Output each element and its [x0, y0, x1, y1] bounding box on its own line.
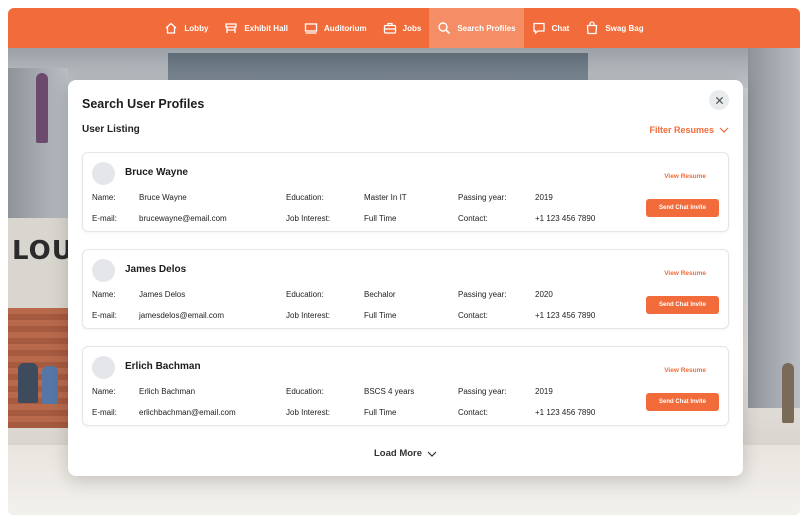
bag-icon [587, 21, 598, 35]
profile-card: Bruce Wayne Name: Bruce Wayne Education:… [82, 152, 729, 232]
load-more-label: Load More [373, 448, 423, 459]
nav-label: Swag Bag [605, 23, 644, 33]
chat-icon [532, 22, 545, 35]
profile-list: Bruce Wayne Name: Bruce Wayne Education:… [82, 152, 729, 443]
education-value: Master In IT [364, 193, 407, 202]
modal-title: Search User Profiles [82, 97, 205, 111]
job-interest-value: Full Time [364, 408, 397, 417]
filter-resumes-dropdown[interactable]: Filter Resumes [649, 125, 729, 135]
top-navigation: Lobby Exhibit Hall Auditorium Jobs Searc… [8, 8, 800, 48]
name-value: Bruce Wayne [139, 193, 187, 202]
filter-label: Filter Resumes [649, 125, 714, 135]
attendee-figure [18, 363, 38, 403]
name-label: Name: [92, 290, 116, 299]
email-value: jamesdelos@email.com [139, 311, 225, 320]
passing-year-value: 2019 [535, 193, 553, 202]
avatar [92, 162, 115, 185]
nav-label: Jobs [402, 23, 422, 33]
send-chat-invite-button[interactable]: Send Chat Invite [646, 296, 719, 314]
profile-card: James Delos Name: James Delos Education:… [82, 249, 729, 329]
name-label: Name: [92, 387, 116, 396]
profile-card: Erlich Bachman Name: Erlich Bachman Educ… [82, 346, 729, 426]
nav-label: Exhibit Hall [244, 23, 288, 33]
contact-value: +1 123 456 7890 [535, 311, 596, 320]
education-label: Education: [286, 387, 324, 396]
job-interest-value: Full Time [364, 214, 397, 223]
app-frame: LOUN Lobby Exhibit Hall Auditorium Jobs … [8, 8, 800, 515]
education-label: Education: [286, 193, 324, 202]
job-interest-label: Job Interest: [286, 408, 331, 417]
screen-icon [304, 23, 318, 34]
view-resume-link[interactable]: View Resume [664, 367, 706, 374]
search-profiles-modal: Search User Profiles User Listing Filter… [68, 80, 743, 476]
chevron-down-icon [719, 127, 729, 133]
nav-label: Search Profiles [457, 23, 516, 33]
name-value: Erlich Bachman [139, 387, 196, 396]
attendee-figure [42, 366, 58, 404]
email-value: brucewayne@email.com [139, 214, 227, 223]
email-label: E-mail: [92, 408, 117, 417]
email-value: erlichbachman@email.com [139, 408, 236, 417]
profile-name: James Delos [125, 264, 187, 275]
education-value: BSCS 4 years [364, 387, 415, 396]
contact-value: +1 123 456 7890 [535, 408, 596, 417]
job-interest-value: Full Time [364, 311, 397, 320]
education-label: Education: [286, 290, 324, 299]
name-value: James Delos [139, 290, 186, 299]
contact-label: Contact: [458, 408, 488, 417]
nav-item-jobs[interactable]: Jobs [375, 8, 430, 48]
briefcase-icon [383, 22, 396, 34]
profile-name: Bruce Wayne [125, 167, 188, 178]
view-resume-link[interactable]: View Resume [664, 173, 706, 180]
user-listing-heading: User Listing [82, 124, 140, 135]
close-icon [715, 96, 723, 104]
chevron-down-icon [427, 451, 437, 457]
send-chat-invite-button[interactable]: Send Chat Invite [646, 199, 719, 217]
nav-item-search-profiles[interactable]: Search Profiles [429, 8, 524, 48]
passing-year-value: 2020 [535, 290, 553, 299]
passing-year-label: Passing year: [458, 290, 507, 299]
nav-label: Lobby [184, 23, 209, 33]
home-icon [165, 22, 177, 34]
passing-year-label: Passing year: [458, 193, 507, 202]
education-value: Bechalor [364, 290, 396, 299]
email-label: E-mail: [92, 311, 117, 320]
search-icon [438, 22, 451, 35]
nav-item-swag-bag[interactable]: Swag Bag [577, 8, 651, 48]
avatar [92, 356, 115, 379]
booth-icon [225, 23, 238, 33]
attendee-figure [36, 73, 48, 143]
contact-label: Contact: [458, 214, 488, 223]
send-chat-invite-button[interactable]: Send Chat Invite [646, 393, 719, 411]
avatar [92, 259, 115, 282]
nav-item-exhibit-hall[interactable]: Exhibit Hall [216, 8, 296, 48]
job-interest-label: Job Interest: [286, 311, 331, 320]
passing-year-value: 2019 [535, 387, 553, 396]
passing-year-label: Passing year: [458, 387, 507, 396]
nav-item-chat[interactable]: Chat [524, 8, 578, 48]
view-resume-link[interactable]: View Resume [664, 270, 706, 277]
email-label: E-mail: [92, 214, 117, 223]
contact-label: Contact: [458, 311, 488, 320]
nav-label: Chat [551, 23, 570, 33]
job-interest-label: Job Interest: [286, 214, 331, 223]
load-more-button[interactable]: Load More [68, 448, 743, 459]
contact-value: +1 123 456 7890 [535, 214, 596, 223]
profile-name: Erlich Bachman [125, 361, 201, 372]
nav-item-lobby[interactable]: Lobby [156, 8, 216, 48]
close-button[interactable] [709, 90, 729, 110]
name-label: Name: [92, 193, 116, 202]
nav-label: Auditorium [323, 23, 367, 33]
nav-item-auditorium[interactable]: Auditorium [296, 8, 375, 48]
brick-wall [8, 308, 68, 428]
venue-pillar [748, 48, 800, 408]
attendee-figure [782, 363, 794, 423]
